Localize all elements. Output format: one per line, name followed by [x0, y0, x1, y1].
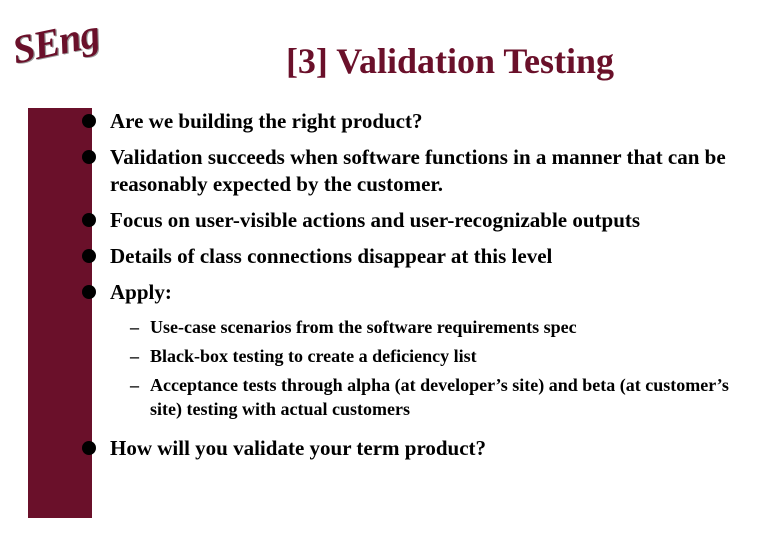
bullet-icon: [82, 114, 96, 128]
bullet-icon: [82, 213, 96, 227]
bullet-text: Validation succeeds when software functi…: [110, 144, 750, 197]
dash-icon: –: [130, 345, 144, 368]
bullet-item: Apply:: [82, 279, 750, 305]
dash-icon: –: [130, 374, 144, 397]
bullet-text: Apply:: [110, 279, 172, 305]
bullet-text: How will you validate your term product?: [110, 435, 486, 461]
sub-bullet-text: Black-box testing to create a deficiency…: [150, 345, 477, 368]
bullet-item: Focus on user-visible actions and user-r…: [82, 207, 750, 233]
bullet-item: Are we building the right product?: [82, 108, 750, 134]
slide: SEng [3] Validation Testing Are we build…: [0, 0, 780, 540]
bullet-icon: [82, 441, 96, 455]
content-area: Are we building the right product? Valid…: [82, 108, 750, 471]
bullet-icon: [82, 285, 96, 299]
slide-title: [3] Validation Testing: [0, 40, 780, 82]
sub-bullet-item: – Black-box testing to create a deficien…: [130, 345, 750, 368]
bullet-icon: [82, 150, 96, 164]
bullet-item: Validation succeeds when software functi…: [82, 144, 750, 197]
bullet-icon: [82, 249, 96, 263]
sub-bullet-text: Use-case scenarios from the software req…: [150, 316, 577, 339]
dash-icon: –: [130, 316, 144, 339]
sub-bullet-item: – Acceptance tests through alpha (at dev…: [130, 374, 750, 421]
bullet-item: Details of class connections disappear a…: [82, 243, 750, 269]
bullet-text: Focus on user-visible actions and user-r…: [110, 207, 640, 233]
bullet-item: How will you validate your term product?: [82, 435, 750, 461]
spacer: [82, 427, 750, 435]
bullet-text: Details of class connections disappear a…: [110, 243, 552, 269]
bullet-text: Are we building the right product?: [110, 108, 423, 134]
sub-bullet-item: – Use-case scenarios from the software r…: [130, 316, 750, 339]
sub-bullet-text: Acceptance tests through alpha (at devel…: [150, 374, 750, 421]
